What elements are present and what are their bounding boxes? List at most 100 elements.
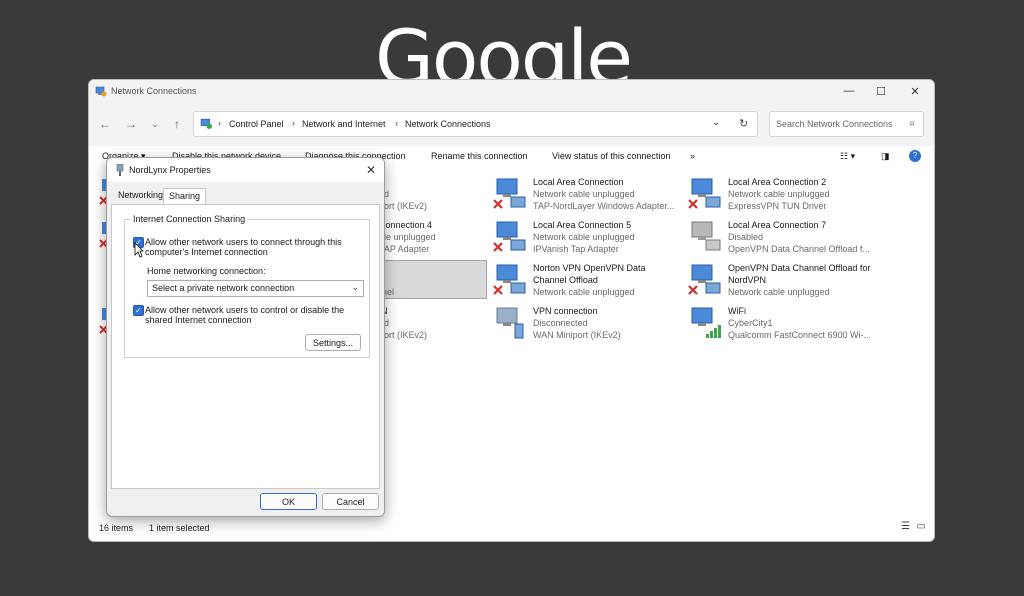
- connection-item[interactable]: WiFi CyberCity1 Qualcomm FastConnect 690…: [688, 302, 878, 342]
- vpn-connection-icon: [496, 307, 524, 339]
- connection-name: VPN connection: [533, 306, 598, 316]
- cancel-button[interactable]: Cancel: [322, 493, 379, 510]
- wifi-adapter-icon: [691, 307, 721, 338]
- connection-device: WAN Miniport (IKEv2): [533, 330, 621, 340]
- network-adapter-disconnected-icon: [688, 178, 721, 209]
- connection-item[interactable]: Local Area Connection 2 Network cable un…: [688, 173, 878, 213]
- back-arrow-icon[interactable]: ←: [97, 116, 113, 132]
- network-plug-icon: [116, 164, 124, 176]
- home-networking-select-value: Select a private network connection: [152, 283, 295, 293]
- mouse-cursor-icon: [134, 242, 144, 258]
- up-arrow-icon[interactable]: ↑: [169, 116, 185, 132]
- breadcrumb-separator: ›: [395, 118, 398, 128]
- view-status-button[interactable]: View status of this connection: [552, 151, 670, 161]
- connection-status: Disconnected: [533, 318, 588, 328]
- connection-device: TAP Adapter: [379, 244, 430, 254]
- connection-name: Local Area Connection: [533, 177, 624, 187]
- maximize-button[interactable]: ☐: [864, 80, 898, 102]
- sharing-panel: Internet Connection Sharing ✓ Allow othe…: [111, 204, 380, 489]
- allow-connect-label: Allow other network users to connect thr…: [145, 237, 342, 247]
- tiles-view-icon[interactable]: ▭: [917, 521, 926, 532]
- status-bar: 16 items 1 item selected ☰ ▭: [89, 515, 934, 541]
- network-adapter-disconnected-icon: [493, 264, 526, 295]
- connection-name: Connection 4: [379, 220, 433, 230]
- connection-item[interactable]: OpenVPN Data Channel Offload for NordVPN…: [688, 259, 878, 299]
- connection-status: CyberCity1: [728, 318, 773, 328]
- connection-status: Disabled: [728, 232, 764, 242]
- connection-name: OpenVPN Data Channel Offload for: [728, 263, 871, 273]
- connection-item[interactable]: Norton VPN OpenVPN Data Channel Offload …: [493, 259, 683, 299]
- connection-status: Network cable unplugged: [533, 189, 635, 199]
- ics-group-label: Internet Connection Sharing: [131, 214, 248, 224]
- address-row: ← → ⌄ ↑ › Control Panel › Network and In…: [89, 102, 934, 146]
- connection-name-cont: NordVPN: [728, 275, 767, 285]
- search-box[interactable]: Search Network Connections ⌕: [769, 111, 924, 137]
- close-button[interactable]: ✕: [898, 80, 932, 102]
- network-adapter-disconnected-icon: [493, 178, 526, 209]
- breadcrumb-control-panel[interactable]: Control Panel: [229, 119, 284, 129]
- connection-device: IPVanish Tap Adapter: [533, 244, 619, 254]
- network-connections-icon: [95, 86, 107, 97]
- connection-status: Network cable unplugged: [728, 287, 830, 297]
- network-adapter-disabled-icon: [691, 221, 721, 251]
- address-chevron-down-icon[interactable]: ⌄: [712, 117, 720, 128]
- selection-count: 1 item selected: [149, 523, 210, 533]
- search-input[interactable]: Search Network Connections: [776, 119, 893, 129]
- control-panel-icon: [200, 118, 212, 129]
- breadcrumb-separator: ›: [292, 118, 295, 128]
- connection-item[interactable]: Local Area Connection 7 Disabled OpenVPN…: [688, 216, 878, 256]
- connection-item[interactable]: Local Area Connection Network cable unpl…: [493, 173, 683, 213]
- breadcrumb-network-connections[interactable]: Network Connections: [405, 119, 491, 129]
- details-view-icon[interactable]: ☰: [901, 521, 910, 532]
- dialog-close-button[interactable]: ✕: [362, 161, 380, 179]
- network-adapter-disconnected-icon: [493, 221, 526, 252]
- allow-control-checkbox[interactable]: ✓: [133, 305, 144, 316]
- preview-pane-icon[interactable]: ◨: [881, 151, 890, 162]
- home-networking-select[interactable]: Select a private network connection ⌄: [147, 280, 364, 297]
- rename-connection-button[interactable]: Rename this connection: [431, 151, 528, 161]
- help-icon[interactable]: ?: [909, 150, 921, 162]
- window-title: Network Connections: [111, 86, 197, 96]
- ics-group: Internet Connection Sharing ✓ Allow othe…: [124, 214, 370, 358]
- nordlynx-properties-dialog: NordLynx Properties ✕ Networking Sharing…: [106, 157, 385, 517]
- more-commands-button[interactable]: »: [690, 151, 695, 161]
- forward-arrow-icon[interactable]: →: [123, 116, 139, 132]
- connection-status: Network cable unplugged: [533, 287, 635, 297]
- connection-name: Norton VPN OpenVPN Data: [533, 263, 646, 273]
- allow-connect-label-cont: computer's Internet connection: [145, 247, 268, 257]
- minimize-button[interactable]: —: [832, 80, 866, 102]
- dialog-title: NordLynx Properties: [129, 165, 211, 175]
- connection-name: Local Area Connection 5: [533, 220, 632, 230]
- refresh-icon[interactable]: ↻: [739, 117, 748, 130]
- connection-status: ble unplugged: [379, 232, 436, 242]
- view-options-icon[interactable]: ☷ ▾: [840, 151, 855, 162]
- tab-networking[interactable]: Networking: [113, 188, 168, 204]
- connection-name: Local Area Connection 2: [728, 177, 827, 187]
- chevron-down-icon: ⌄: [351, 282, 359, 292]
- item-count: 16 items: [99, 523, 134, 533]
- connection-device: Qualcomm FastConnect 6900 Wi-...: [728, 330, 872, 340]
- connection-item[interactable]: VPN connection Disconnected WAN Miniport…: [493, 302, 683, 342]
- connection-device: port (IKEv2): [379, 330, 428, 340]
- dialog-title-bar: NordLynx Properties ✕: [107, 158, 384, 182]
- connection-name: WiFi: [728, 306, 746, 316]
- connection-device: ExpressVPN TUN Driver: [728, 201, 827, 211]
- tab-sharing[interactable]: Sharing: [163, 188, 207, 204]
- ok-button[interactable]: OK: [260, 493, 317, 510]
- search-icon: ⌕: [909, 118, 915, 129]
- network-adapter-disconnected-icon: [688, 264, 721, 295]
- connection-name-cont: Channel Offload: [533, 275, 598, 285]
- connection-item[interactable]: Local Area Connection 5 Network cable un…: [493, 216, 683, 256]
- settings-button[interactable]: Settings...: [305, 334, 361, 351]
- allow-control-label: Allow other network users to control or …: [145, 305, 345, 315]
- allow-control-label-cont: shared Internet connection: [145, 315, 252, 325]
- title-bar: Network Connections — ☐ ✕: [89, 80, 934, 102]
- connection-device: port (IKEv2): [379, 201, 428, 211]
- address-bar[interactable]: › Control Panel › Network and Internet ›…: [193, 111, 758, 137]
- connection-device: TAP-NordLayer Windows Adapter...: [533, 201, 675, 211]
- recent-chevron-down-icon[interactable]: ⌄: [147, 116, 163, 132]
- connection-status: Network cable unplugged: [728, 189, 830, 199]
- breadcrumb-network-and-internet[interactable]: Network and Internet: [302, 119, 386, 129]
- breadcrumb-separator: ›: [218, 118, 221, 128]
- home-networking-label: Home networking connection:: [147, 266, 266, 276]
